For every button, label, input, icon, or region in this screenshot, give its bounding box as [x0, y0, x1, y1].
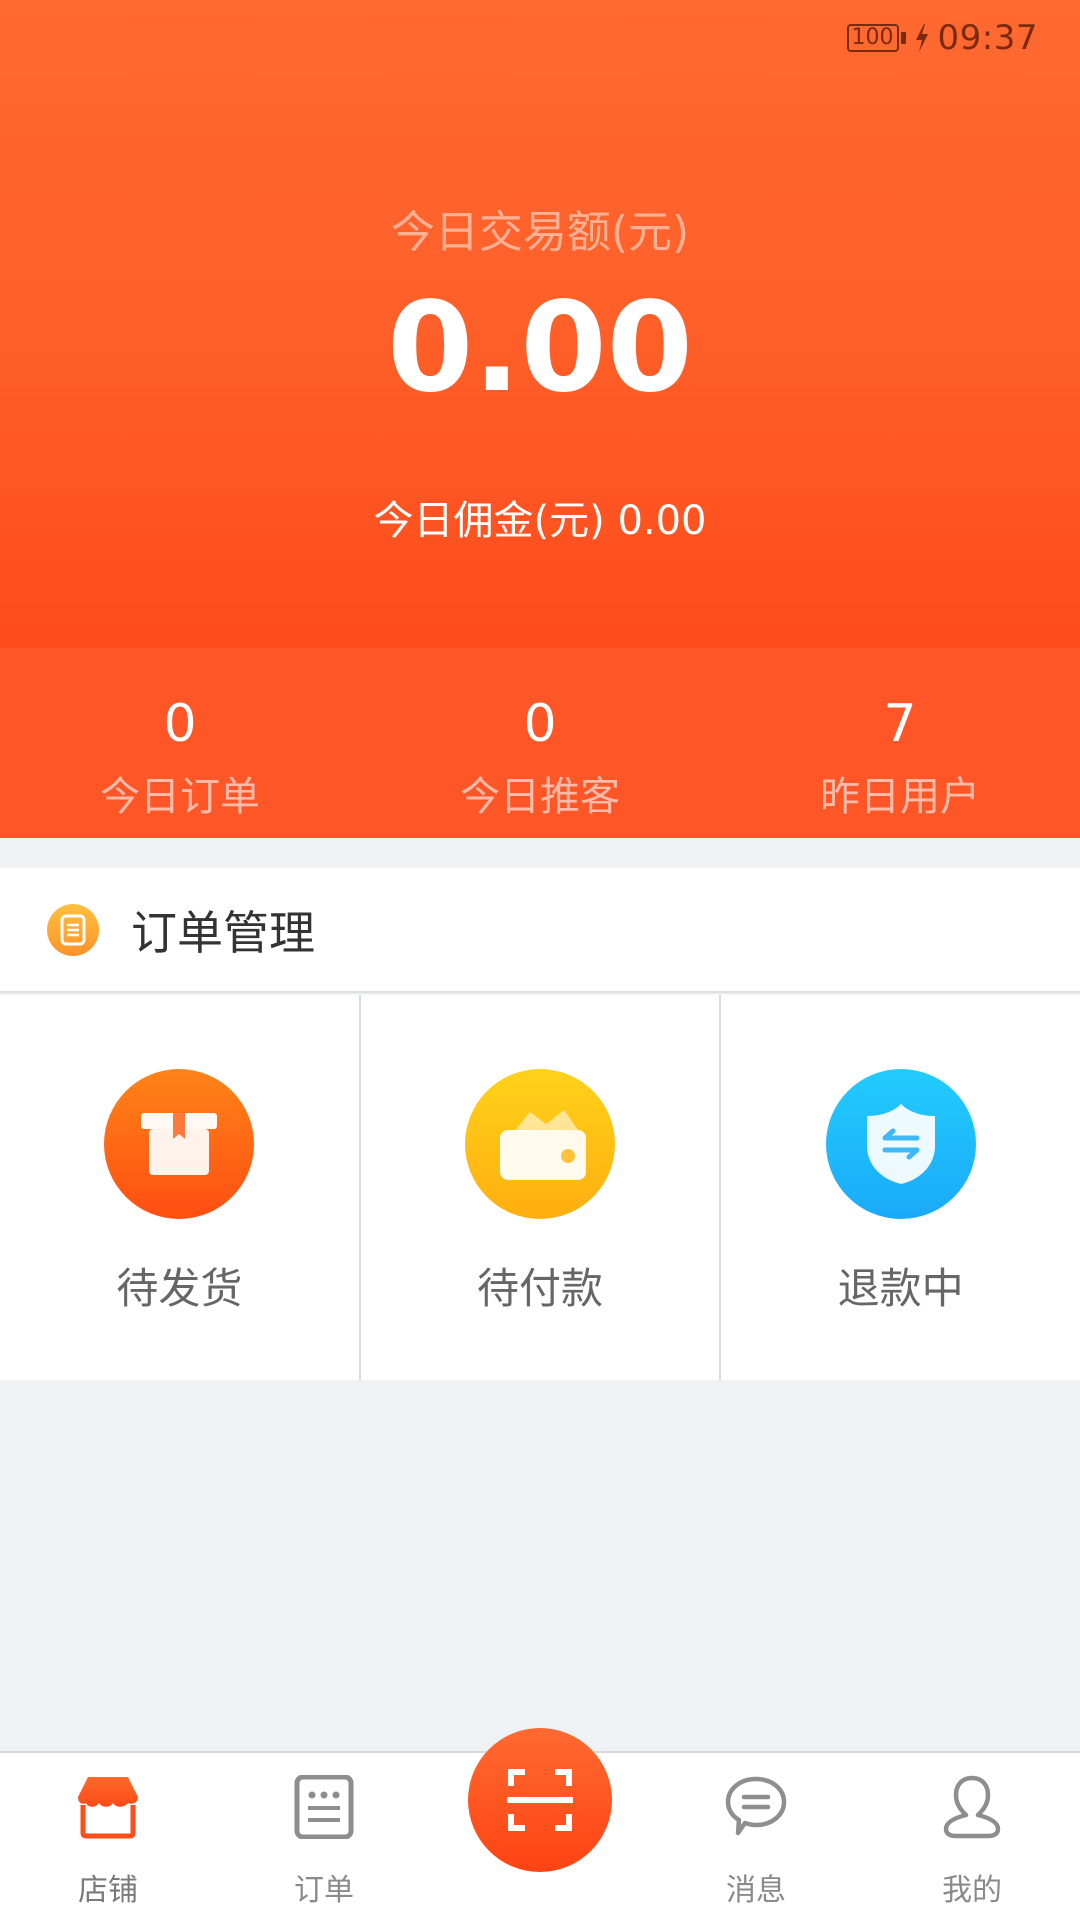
wallet-icon: [465, 1069, 615, 1219]
stat-label: 今日订单: [100, 774, 260, 820]
stat-yesterday-users[interactable]: 7 昨日用户: [720, 648, 1080, 838]
scan-icon: [507, 1769, 573, 1831]
charging-bolt-icon: [915, 24, 928, 52]
today-commission: 今日佣金(元) 0.00: [0, 488, 1080, 546]
nav-item-messages[interactable]: 消息: [676, 1775, 836, 1909]
battery-indicator: 100: [846, 24, 906, 52]
stat-label: 今日推客: [460, 774, 620, 820]
nav-item-profile[interactable]: 我的: [892, 1775, 1052, 1909]
stats-band: 0 今日订单 0 今日推客 7 昨日用户: [0, 648, 1080, 838]
user-icon: [943, 1775, 1001, 1839]
grid-label: 退款中: [837, 1264, 964, 1313]
package-box-icon: [104, 1069, 255, 1219]
grid-label: 待发货: [116, 1264, 243, 1313]
today-trade-label: 今日交易额(元): [390, 207, 690, 258]
stat-label: 昨日用户: [820, 774, 980, 820]
document-icon: [47, 903, 99, 956]
commission-value: 0.00: [617, 498, 707, 544]
battery-level: 100: [846, 24, 899, 52]
stat-today-orders[interactable]: 0 今日订单: [0, 648, 360, 838]
nav-item-orders[interactable]: 订单: [244, 1775, 404, 1909]
grid-label: 待付款: [477, 1264, 604, 1313]
battery-tip: [900, 32, 906, 44]
today-trade-amount: 0.00: [387, 276, 693, 420]
order-management-header[interactable]: 订单管理: [0, 868, 1080, 993]
order-status-grid: 待发货 待付款 退款中: [0, 995, 1080, 1380]
section-title: 订单管理: [131, 905, 315, 960]
nav-label: 消息: [726, 1873, 786, 1908]
shield-exchange-icon: [825, 1069, 976, 1219]
dashboard-header: 100 09:37 今日交易额(元) 0.00 今日佣金(元) 0.00: [0, 0, 1080, 648]
order-refunding[interactable]: 退款中: [721, 995, 1080, 1380]
commission-label: 今日佣金(元): [373, 498, 605, 544]
order-pending-payment[interactable]: 待付款: [361, 995, 722, 1380]
store-icon: [78, 1777, 138, 1839]
order-list-icon: [294, 1775, 354, 1839]
status-time: 09:37: [937, 18, 1038, 58]
stat-value: 0: [163, 694, 197, 754]
stat-value: 0: [523, 694, 557, 754]
stat-today-promoters[interactable]: 0 今日推客: [360, 648, 720, 838]
nav-label: 订单: [294, 1873, 354, 1908]
nav-item-store[interactable]: 店铺: [28, 1775, 188, 1909]
stat-value: 7: [883, 694, 917, 754]
nav-label: 店铺: [78, 1873, 138, 1908]
scan-button[interactable]: [468, 1728, 612, 1872]
chat-bubble-icon: [725, 1776, 787, 1836]
status-bar: 100 09:37: [846, 16, 1038, 60]
nav-label: 我的: [942, 1873, 1002, 1908]
order-pending-shipment[interactable]: 待发货: [0, 995, 361, 1380]
